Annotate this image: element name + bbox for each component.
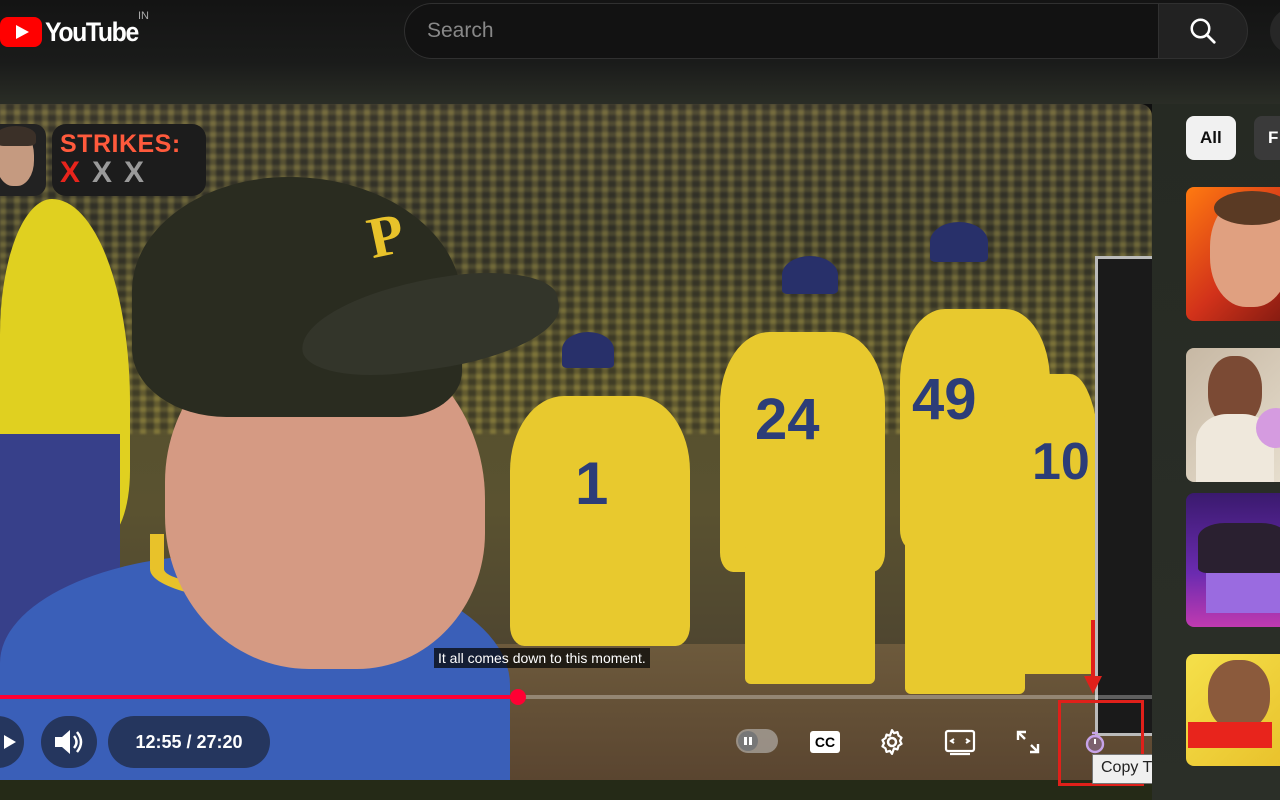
fullscreen-button[interactable] [1008,722,1048,762]
youtube-play-icon [0,17,42,47]
video-frame-cap [562,332,614,368]
gear-icon [881,729,903,755]
voice-search-button[interactable] [1270,8,1280,54]
strike-mark: X [92,156,125,189]
strikes-overlay: STRIKES: XXX [52,124,206,196]
video-frame-jersey-number: 10 [1032,433,1090,491]
page-bottom-strip [0,780,1152,800]
theater-mode-button[interactable] [940,722,980,762]
video-thumbnail[interactable] [1186,187,1280,321]
search-input[interactable] [427,19,1160,43]
related-sidebar: All F [1152,104,1280,800]
mute-button[interactable] [41,716,97,768]
youtube-logo[interactable]: YouTube [0,12,146,52]
volume-icon [55,730,83,754]
time-display: 12:55 / 27:20 [108,716,270,768]
subtitle-caption: It all comes down to this moment. [434,648,650,668]
red-arrow-annotation [1084,620,1102,694]
chip-all[interactable]: All [1186,116,1236,160]
video-frame-monitor [1095,256,1152,736]
video-thumbnail[interactable] [1186,654,1280,766]
video-thumbnail[interactable] [1186,493,1280,627]
search-button[interactable] [1158,3,1248,59]
progress-bar[interactable] [0,689,1152,705]
video-frame-jersey-number: 1 [575,450,609,517]
video-thumbnail[interactable] [1186,348,1280,482]
autoplay-toggle[interactable] [736,729,778,753]
progress-played [0,695,519,699]
masthead: YouTube IN [0,0,1280,104]
region-label: IN [138,10,149,22]
video-frame-player [745,544,875,684]
video-frame-cap [782,256,838,294]
video-frame-cap [930,222,988,262]
video-player[interactable]: 1 24 49 10 P STRIKES: XXX It all comes d… [0,104,1152,780]
strikes-title: STRIKES: [60,130,181,158]
cc-icon: CC [810,731,840,753]
pause-icon [738,731,758,751]
strikes-marks: XXX [60,156,198,190]
strike-mark: X [124,156,157,189]
video-frame-player [510,396,690,646]
play-icon [4,735,16,749]
search-icon [1190,18,1216,44]
theater-icon [944,729,976,756]
video-frame-jersey-number: 49 [912,367,977,432]
search-box[interactable] [404,3,1160,59]
expand-icon [1016,730,1040,754]
strike-mark: X [60,156,93,189]
time-text: 12:55 / 27:20 [135,731,243,752]
settings-button[interactable] [872,722,912,762]
overlay-avatar [0,124,46,196]
subtitles-button[interactable]: CC [805,722,845,762]
logo-text: YouTube [45,16,139,47]
chip-next[interactable]: F [1254,116,1280,160]
video-frame-jersey-number: 24 [755,387,820,452]
